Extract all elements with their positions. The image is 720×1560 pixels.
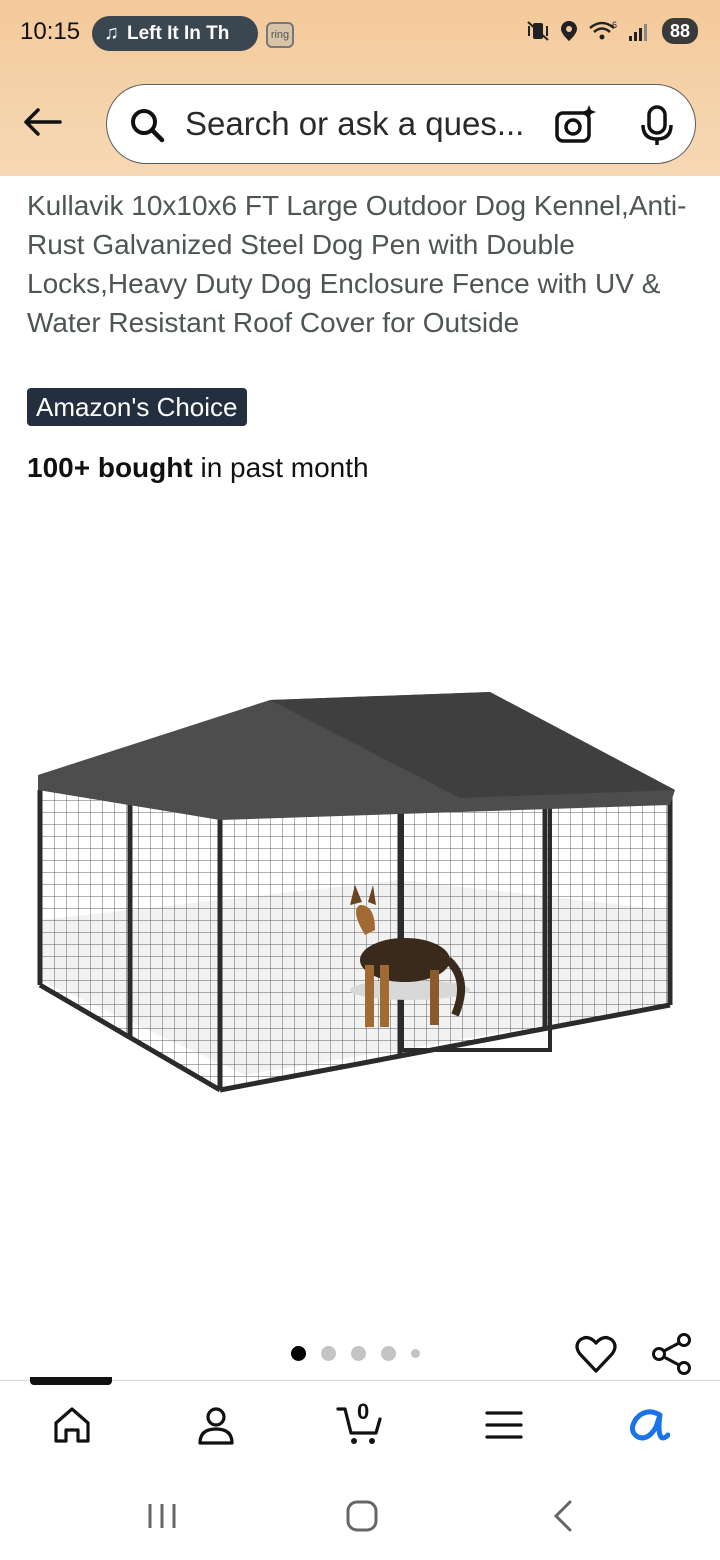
carousel-dot[interactable] (381, 1346, 396, 1361)
carousel-dot[interactable] (411, 1349, 420, 1358)
home-circle-icon[interactable] (342, 1498, 382, 1534)
location-icon (560, 21, 577, 41)
vibrate-mute-icon (527, 21, 549, 41)
microphone-icon[interactable] (637, 103, 677, 147)
media-notification-pill[interactable]: ♫ Left It In Th (92, 16, 258, 51)
status-bar: 10:15 ♫ Left It In Th ring 6 88 (0, 0, 720, 68)
bought-count-bold: 100+ bought (27, 452, 193, 483)
bottom-navigation: 0 (0, 1377, 720, 1470)
account-icon (198, 1407, 234, 1445)
recent-apps-icon[interactable] (142, 1498, 182, 1534)
menu-icon (485, 1411, 523, 1439)
amazons-choice-badge: Amazon's Choice (27, 388, 247, 426)
media-title: Left It In Th (127, 22, 230, 44)
bought-count-suffix: in past month (192, 452, 369, 483)
cart-count: 0 (357, 1399, 370, 1424)
back-button[interactable] (20, 100, 64, 144)
active-tab-indicator (30, 1377, 112, 1385)
signal-icon (628, 24, 647, 41)
wifi-superscript: 6 (612, 20, 617, 30)
carousel-dot[interactable] (321, 1346, 336, 1361)
heart-icon[interactable] (574, 1332, 618, 1376)
search-icon (131, 109, 165, 143)
share-icon[interactable] (650, 1332, 694, 1376)
carousel-dot[interactable] (351, 1346, 366, 1361)
home-icon (54, 1407, 90, 1443)
camera-search-icon[interactable] (553, 103, 597, 147)
ring-label: ring (270, 29, 290, 41)
system-back-icon[interactable] (544, 1498, 584, 1534)
status-icons: 6 88 (526, 18, 698, 44)
image-carousel-dots[interactable] (291, 1346, 420, 1361)
ring-app-icon: ring (266, 22, 294, 48)
carousel-dot[interactable] (291, 1346, 306, 1361)
product-title[interactable]: Kullavik 10x10x6 FT Large Outdoor Dog Ke… (27, 186, 697, 342)
nav-home-button[interactable] (48, 1401, 96, 1449)
battery-indicator: 88 (661, 18, 698, 44)
nav-rufus-button[interactable] (624, 1401, 672, 1449)
product-image[interactable] (30, 680, 695, 1100)
music-note-icon: ♫ (104, 22, 119, 44)
nav-account-button[interactable] (192, 1401, 240, 1449)
search-bar[interactable]: Search or ask a ques... (106, 84, 696, 164)
nav-menu-button[interactable] (480, 1401, 528, 1449)
status-time: 10:15 (20, 18, 81, 45)
system-navigation-bar (0, 1470, 720, 1560)
bought-count: 100+ bought in past month (27, 452, 369, 484)
arrow-left-icon (24, 108, 62, 136)
search-input[interactable]: Search or ask a ques... (185, 105, 535, 143)
nav-cart-button[interactable]: 0 (336, 1399, 384, 1449)
wifi-icon: 6 (589, 20, 617, 40)
rufus-icon (630, 1409, 670, 1441)
